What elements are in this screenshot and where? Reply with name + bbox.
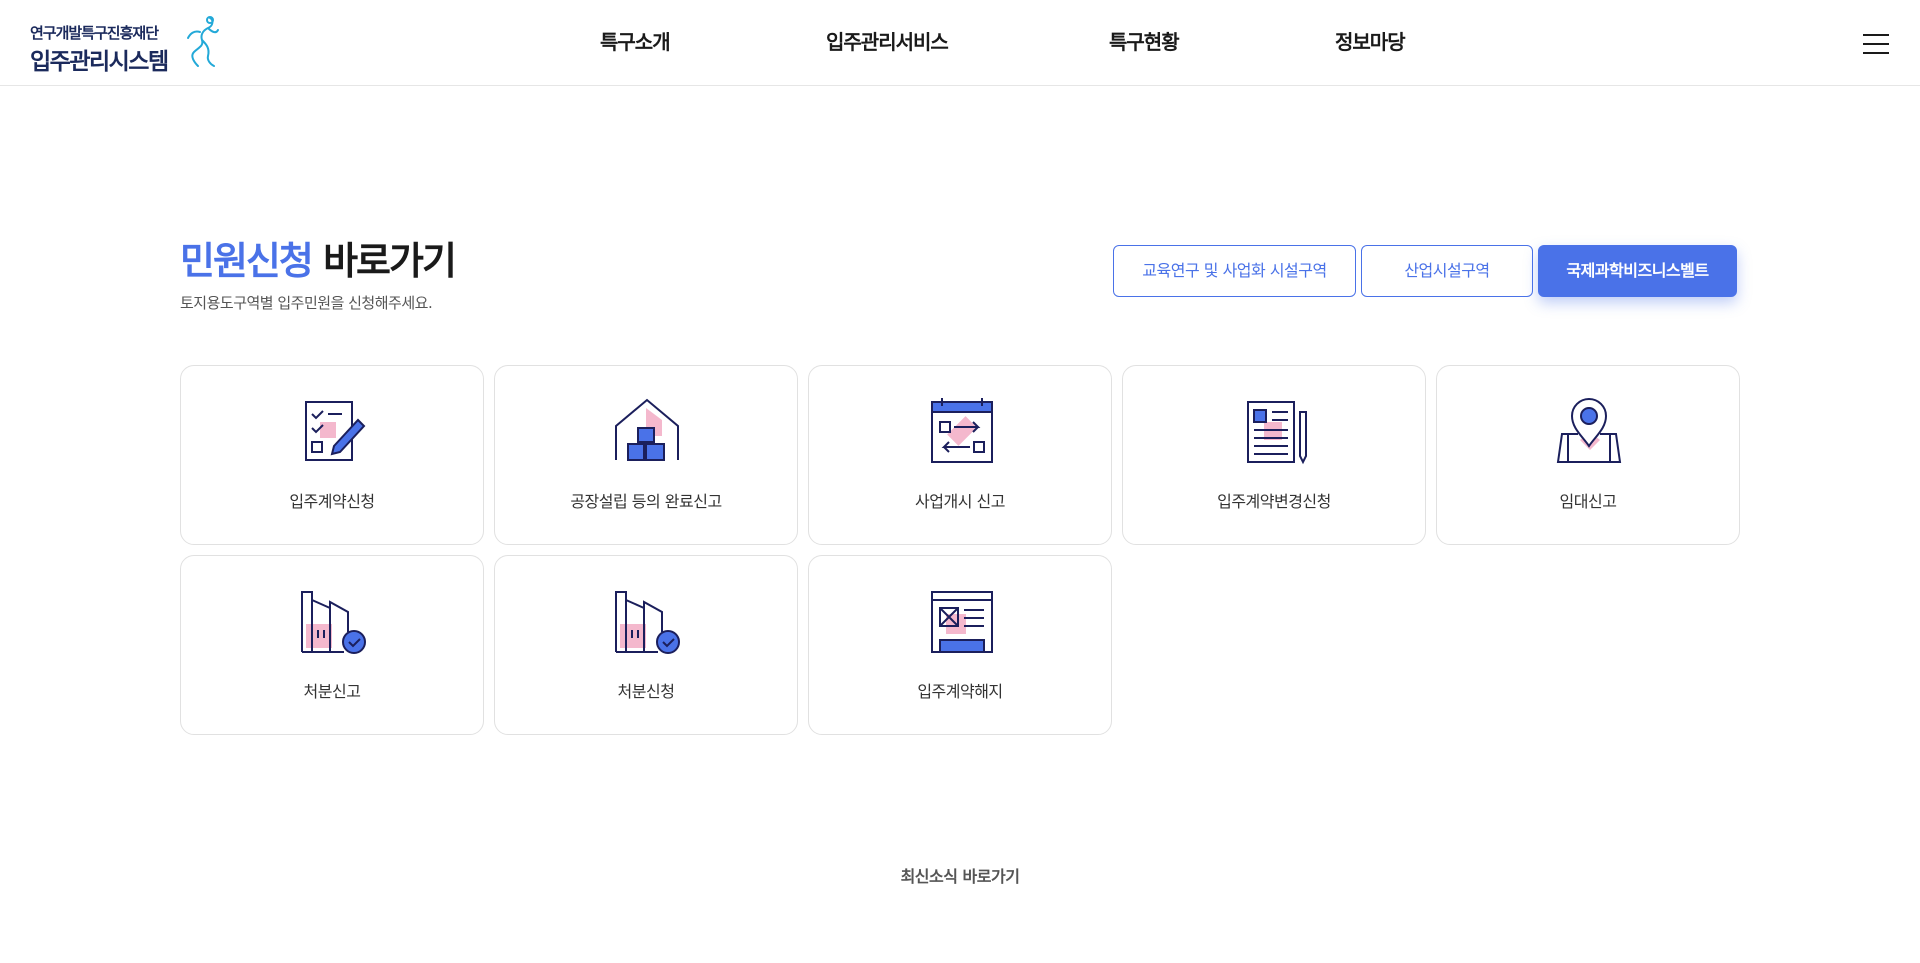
nav-item-intro[interactable]: 특구소개 — [600, 0, 671, 84]
checklist-pen-icon — [305, 401, 366, 461]
card-business-start-report[interactable]: 사업개시 신고 — [808, 365, 1112, 545]
card-label: 공장설립 등의 완료신고 — [570, 492, 722, 511]
card-disposal-report[interactable]: 처분신고 — [180, 555, 484, 735]
card-lease-report[interactable]: 임대신고 — [1436, 365, 1740, 545]
logo-figure-icon — [187, 16, 219, 67]
card-contract-termination[interactable]: 입주계약해지 — [808, 555, 1112, 735]
card-move-in-contract-application[interactable]: 입주계약신청 — [180, 365, 484, 545]
section-title-highlight: 민원신청 — [180, 239, 314, 283]
section-subtitle: 토지용도구역별 입주민원을 신청해주세요. — [180, 294, 433, 312]
contract-cancel-icon — [931, 591, 993, 653]
card-label: 입주계약신청 — [289, 492, 375, 511]
tab-international-science-belt[interactable]: 국제과학비즈니스벨트 — [1538, 245, 1737, 297]
card-label: 처분신고 — [303, 682, 361, 701]
logo-system-name: 입주관리시스템 — [30, 49, 169, 75]
card-contract-change-application[interactable]: 입주계약변경신청 — [1122, 365, 1426, 545]
card-disposal-application[interactable]: 처분신청 — [494, 555, 798, 735]
building-check-icon — [615, 591, 680, 654]
calendar-exchange-icon — [931, 398, 993, 463]
card-label: 사업개시 신고 — [915, 492, 1005, 511]
tab-industrial-zone[interactable]: 산업시설구역 — [1361, 245, 1533, 297]
tab-education-research-zone[interactable]: 교육연구 및 사업화 시설구역 — [1113, 245, 1356, 297]
section-title: 민원신청 바로가기 — [180, 230, 457, 285]
document-pencil-icon — [1247, 401, 1307, 465]
hamburger-menu-icon[interactable] — [1863, 32, 1889, 54]
location-pin-icon — [1556, 398, 1622, 463]
card-label: 입주계약변경신청 — [1217, 492, 1331, 511]
logo-org-name: 연구개발특구진흥재단 — [30, 24, 159, 42]
latest-news-link[interactable]: 최신소식 바로가기 — [0, 863, 1920, 887]
nav-item-status[interactable]: 특구현황 — [1109, 0, 1180, 84]
site-header: 연구개발특구진흥재단 입주관리시스템 특구소개 입주관리서비스 특구현황 정보마… — [0, 0, 1920, 86]
card-factory-completion-report[interactable]: 공장설립 등의 완료신고 — [494, 365, 798, 545]
building-check-icon — [301, 591, 366, 654]
site-logo[interactable]: 연구개발특구진흥재단 입주관리시스템 — [30, 14, 220, 75]
section-title-rest: 바로가기 — [323, 239, 457, 283]
card-label: 임대신고 — [1559, 492, 1617, 511]
nav-item-info[interactable]: 정보마당 — [1335, 0, 1406, 84]
card-label: 입주계약해지 — [917, 682, 1003, 701]
factory-boxes-icon — [615, 398, 679, 461]
nav-item-services[interactable]: 입주관리서비스 — [826, 0, 949, 84]
card-label: 처분신청 — [617, 682, 675, 701]
